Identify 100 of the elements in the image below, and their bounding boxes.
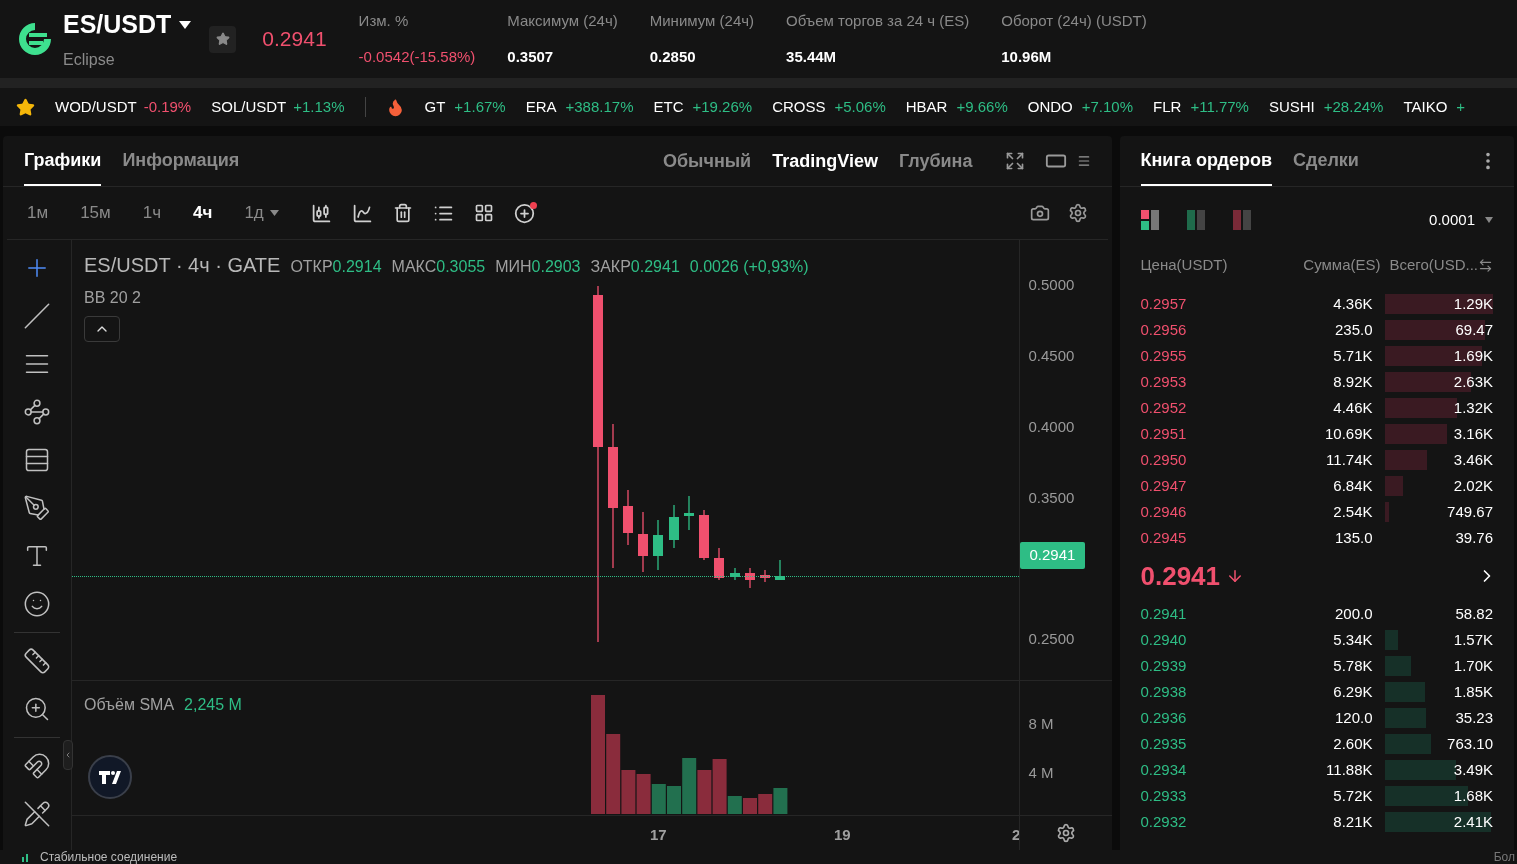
volume-bar [758, 794, 773, 814]
candles-icon[interactable] [310, 202, 332, 224]
ticker-symbol[interactable]: TAIKO [1403, 95, 1448, 119]
ticker-symbol[interactable]: FLR [1153, 95, 1182, 119]
ticker-change: +19.26% [692, 96, 753, 117]
trash-icon[interactable] [392, 203, 413, 223]
favorites-star-icon [16, 97, 35, 117]
ticker-change: + [1456, 96, 1466, 117]
caret-icon [1485, 217, 1493, 223]
order-amount: 8.92K [1332, 371, 1373, 392]
order-price: 0.2950 [1140, 449, 1188, 470]
ticker-symbol[interactable]: GT [424, 95, 446, 119]
order-amount: 5.71K [1332, 345, 1373, 366]
view-option[interactable]: Глубина [898, 147, 973, 175]
indicator-icon[interactable] [351, 202, 373, 224]
grid-icon[interactable] [473, 203, 494, 223]
favorite-button[interactable] [209, 25, 237, 53]
ticker-change: +9.66% [956, 96, 1008, 117]
ticker-symbol[interactable]: ONDO [1027, 95, 1073, 119]
ticker-change: +5.06% [834, 96, 886, 117]
order-total: 1.70K [1385, 656, 1493, 676]
lock-drawing-icon[interactable] [23, 800, 51, 828]
ticker-change: +7.10% [1081, 96, 1134, 117]
bids-only-icon[interactable] [1186, 210, 1207, 230]
order-total: 3.49K [1385, 760, 1493, 780]
levels-icon[interactable] [23, 446, 51, 474]
ticker-symbol[interactable]: WOD/USDT [55, 95, 137, 119]
order-amount: 8.21K [1332, 811, 1373, 832]
camera-icon[interactable] [1029, 203, 1050, 223]
chart-tab[interactable]: Графики [24, 136, 102, 186]
book-tab[interactable]: Сделки [1292, 136, 1359, 186]
order-amount: 5.78K [1332, 655, 1373, 676]
candle [760, 569, 770, 583]
order-total: 2.02K [1385, 476, 1493, 496]
add-indicator-icon[interactable] [513, 202, 535, 224]
order-total: 2.63K [1385, 372, 1493, 392]
smiley-icon[interactable] [23, 590, 51, 618]
order-total: 763.10 [1385, 734, 1493, 754]
view-option[interactable]: Обычный [662, 147, 752, 175]
ohlc-label: ЗАКР [590, 257, 631, 277]
menu-icon[interactable] [1076, 154, 1091, 168]
axis-settings-icon[interactable] [1055, 823, 1076, 843]
interval-button[interactable]: 1ч [142, 200, 162, 226]
order-amount: 5.34K [1332, 629, 1373, 650]
magnet-icon[interactable] [23, 752, 51, 780]
stat-label: Объем торгов за 24 ч (ES) [786, 10, 970, 31]
view-option[interactable]: TradingView [772, 147, 878, 175]
order-amount: 4.36K [1332, 293, 1373, 314]
ohlc-label: МАКС [391, 257, 437, 277]
order-amount: 6.29K [1332, 681, 1373, 702]
ticker-change: +388.17% [565, 96, 634, 117]
ticker-symbol[interactable]: ETC [653, 95, 684, 119]
stat-label: Минимум (24ч) [649, 10, 755, 31]
candle [623, 489, 633, 546]
interval-button[interactable]: 1м [27, 200, 49, 226]
order-price: 0.2935 [1140, 733, 1188, 754]
volume-bar [697, 770, 712, 814]
ticker-symbol[interactable]: CROSS [772, 95, 826, 119]
chevron-left-icon [64, 750, 72, 760]
collapse-legend-button[interactable] [84, 316, 120, 342]
ohlc-value: 0.3055 [436, 257, 486, 277]
line-tool-icon[interactable] [23, 302, 51, 330]
pair-title[interactable]: ES/USDT [63, 6, 172, 44]
caret-icon[interactable] [179, 21, 192, 29]
swap-icon[interactable] [1478, 257, 1493, 273]
ticker-symbol[interactable]: SOL/USDT [211, 95, 287, 119]
pattern-icon[interactable] [23, 398, 51, 426]
ticker-symbol[interactable]: SUSHI [1268, 95, 1315, 119]
fullscreen-icon[interactable] [1004, 151, 1025, 171]
zoom-in-icon[interactable] [23, 695, 51, 723]
column-header: Всего(USD... [1389, 254, 1478, 275]
chart-tab[interactable]: Информация [122, 136, 240, 186]
candle [684, 495, 694, 531]
stat-label: Изм. % [358, 10, 410, 31]
order-total: 1.32K [1385, 398, 1493, 418]
both-sides-icon[interactable] [1140, 210, 1161, 230]
price-axis-label: 0.2500 [1028, 629, 1075, 649]
interval-button[interactable]: 1д [244, 200, 279, 226]
interval-button[interactable]: 4ч [193, 200, 213, 226]
volume-label: Объём SMA [84, 695, 175, 715]
volume-bar [651, 784, 666, 814]
ohlc-label: ОТКР [290, 257, 333, 277]
order-amount: 200.0 [1333, 603, 1373, 624]
book-tab[interactable]: Книга ордеров [1140, 136, 1272, 186]
order-amount: 11.74K [1325, 449, 1373, 470]
order-price: 0.2951 [1140, 423, 1188, 444]
more-link[interactable]: Бол [1493, 851, 1515, 863]
interval-button[interactable]: 15м [80, 200, 111, 226]
price-axis-label: 0.4500 [1028, 346, 1075, 366]
order-amount: 4.46K [1332, 397, 1373, 418]
order-total: 35.23 [1385, 708, 1493, 728]
order-amount: 120.0 [1333, 707, 1373, 728]
precision-dropdown[interactable]: 0.0001 [1429, 208, 1493, 232]
settings-icon[interactable] [1067, 203, 1088, 223]
order-price: 0.2957 [1140, 293, 1188, 314]
ticker-symbol[interactable]: HBAR [905, 95, 948, 119]
ticker-symbol[interactable]: ERA [525, 95, 557, 119]
order-price: 0.2952 [1140, 397, 1188, 418]
ruler-icon[interactable] [23, 647, 51, 675]
order-price: 0.2956 [1140, 319, 1188, 340]
